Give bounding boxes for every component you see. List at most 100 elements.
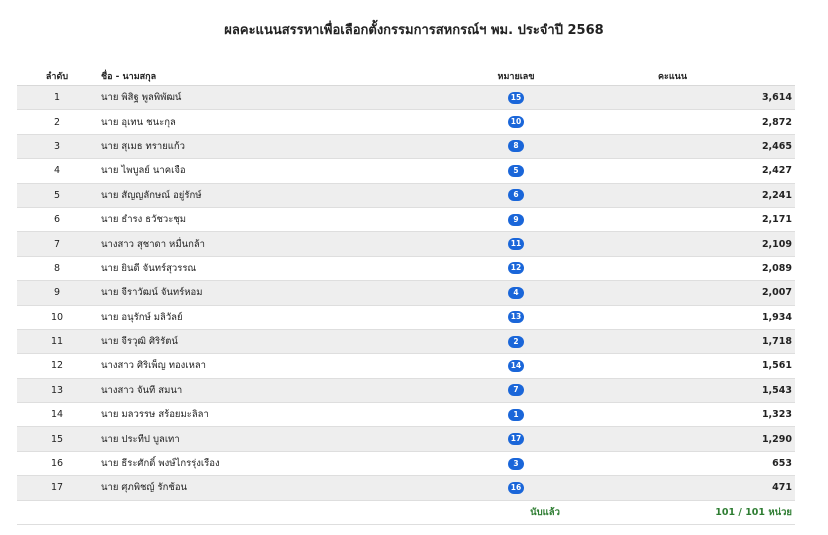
rank-cell: 11: [17, 329, 97, 355]
table-row: 6 นาย ธำรง ธวัชวะชุม 9 2,171: [17, 207, 795, 233]
table-row: 2 นาย อุเทน ชนะกุล 10 2,872: [17, 109, 795, 135]
candidate-name: นาย สัญญลักษณ์ อยู่รักษ์: [97, 183, 421, 208]
candidate-name: นาย อุเทน ชนะกุล: [97, 109, 421, 135]
candidate-name: นางสาว ศิริเพ็ญ ทองเหลา: [97, 353, 421, 379]
candidate-name: นางสาว สุชาดา หมื่นกล้า: [97, 231, 421, 257]
number-cell: 13: [421, 305, 611, 330]
table-row: 8 นาย ยินดี จันทร์สุวรรณ 12 2,089: [17, 256, 795, 282]
number-cell: 3: [421, 451, 611, 477]
score-cell: 471: [611, 475, 795, 501]
table-row: 16 นาย ธีระศักดิ์ พงษ์ไกรรุ่งเรือง 3 653: [17, 451, 795, 477]
number-cell: 9: [421, 207, 611, 233]
score-cell: 1,323: [611, 402, 795, 428]
score-cell: 2,171: [611, 207, 795, 233]
candidate-number-badge: 10: [507, 116, 525, 129]
candidate-name: นาย จีรวุฒิ ศิริรัตน์: [97, 329, 421, 355]
table-row: 11 นาย จีรวุฒิ ศิริรัตน์ 2 1,718: [17, 329, 795, 355]
table-row: 14 นาย มลวรรษ สร้อยมะลิลา 1 1,323: [17, 402, 795, 428]
candidate-number-badge: 11: [507, 238, 525, 251]
table-row: 3 นาย สุเมธ ทรายแก้ว 8 2,465: [17, 134, 795, 160]
score-cell: 1,290: [611, 426, 795, 452]
candidate-name: นาย ไพบูลย์ นาคเจือ: [97, 158, 421, 184]
rank-cell: 4: [17, 158, 97, 184]
candidate-number-badge: 1: [508, 408, 524, 421]
number-cell: 11: [421, 231, 611, 257]
number-cell: 4: [421, 280, 611, 306]
score-cell: 653: [611, 451, 795, 477]
rank-cell: 15: [17, 426, 97, 452]
results-table: ลำดับ ชื่อ - นามสกุล หมายเลข คะแนน 1 นาย …: [17, 66, 795, 526]
footer-row: นับแล้ว 101 / 101 หน่วย: [17, 500, 795, 526]
counted-units: 101 / 101 หน่วย: [715, 506, 792, 518]
number-cell: 8: [421, 134, 611, 160]
table-header-row: ลำดับ ชื่อ - นามสกุล หมายเลข คะแนน: [17, 66, 795, 86]
table-row: 5 นาย สัญญลักษณ์ อยู่รักษ์ 6 2,241: [17, 183, 795, 208]
candidate-name: นาย ธำรง ธวัชวะชุม: [97, 207, 421, 233]
rank-cell: 17: [17, 475, 97, 501]
candidate-number-badge: 9: [508, 213, 524, 226]
score-cell: 2,089: [611, 256, 795, 282]
table-row: 7 นางสาว สุชาดา หมื่นกล้า 11 2,109: [17, 231, 795, 257]
candidate-name: นาย สุเมธ ทรายแก้ว: [97, 134, 421, 160]
candidate-number-badge: 12: [507, 262, 525, 275]
candidate-number-badge: 3: [508, 457, 524, 470]
table-row: 4 นาย ไพบูลย์ นาคเจือ 5 2,427: [17, 158, 795, 184]
candidate-number-badge: 17: [507, 433, 525, 446]
score-cell: 1,561: [611, 353, 795, 379]
rank-cell: 8: [17, 256, 97, 282]
score-cell: 1,934: [611, 305, 795, 330]
candidate-number-badge: 14: [507, 359, 525, 372]
counted-label: นับแล้ว: [530, 506, 560, 518]
header-name: ชื่อ - นามสกุล: [97, 66, 421, 86]
rank-cell: 16: [17, 451, 97, 477]
candidate-number-badge: 4: [508, 286, 524, 299]
page-title: ผลคะแนนสรรหาเพื่อเลือกตั้งกรรมการสหกรณ์ฯ…: [224, 23, 604, 38]
results-body: 1 นาย พิสิฐ พูลพิพัฒน์ 15 3,614 2 นาย อุเทน ช…: [17, 85, 795, 501]
number-cell: 14: [421, 353, 611, 379]
number-cell: 16: [421, 475, 611, 501]
table-row: 15 นาย ประทีป บูลเทา 17 1,290: [17, 426, 795, 452]
header-rank: ลำดับ: [17, 66, 97, 86]
candidate-name: นาย พิสิฐ พูลพิพัฒน์: [97, 85, 421, 111]
header-score: คะแนน: [611, 66, 795, 86]
rank-cell: 10: [17, 305, 97, 330]
candidate-number-badge: 16: [507, 481, 525, 494]
number-cell: 12: [421, 256, 611, 282]
candidate-number-badge: 13: [507, 311, 525, 324]
rank-cell: 13: [17, 378, 97, 404]
number-cell: 1: [421, 402, 611, 428]
rank-cell: 2: [17, 109, 97, 135]
candidate-number-badge: 2: [508, 335, 524, 348]
rank-cell: 5: [17, 183, 97, 208]
candidate-name: นาย อนุรักษ์ มลิวัลย์: [97, 305, 421, 330]
table-row: 10 นาย อนุรักษ์ มลิวัลย์ 13 1,934: [17, 305, 795, 330]
score-cell: 2,007: [611, 280, 795, 306]
table-row: 13 นางสาว จันที สมนา 7 1,543: [17, 378, 795, 404]
table-row: 12 นางสาว ศิริเพ็ญ ทองเหลา 14 1,561: [17, 353, 795, 379]
candidate-name: นาย ยินดี จันทร์สุวรรณ: [97, 256, 421, 282]
score-cell: 2,465: [611, 134, 795, 160]
candidate-number-badge: 7: [508, 384, 524, 397]
candidate-name: นาย ประทีป บูลเทา: [97, 426, 421, 452]
number-cell: 15: [421, 85, 611, 111]
score-cell: 3,614: [611, 85, 795, 111]
number-cell: 2: [421, 329, 611, 355]
table-row: 17 นาย ศุภพิชญ์ รักช้อน 16 471: [17, 475, 795, 501]
score-cell: 2,109: [611, 231, 795, 257]
score-cell: 1,718: [611, 329, 795, 355]
number-cell: 7: [421, 378, 611, 404]
candidate-name: นาย ธีระศักดิ์ พงษ์ไกรรุ่งเรือง: [97, 451, 421, 477]
candidate-name: นางสาว จันที สมนา: [97, 378, 421, 404]
candidate-number-badge: 6: [508, 189, 524, 202]
table-row: 1 นาย พิสิฐ พูลพิพัฒน์ 15 3,614: [17, 85, 795, 111]
candidate-name: นาย มลวรรษ สร้อยมะลิลา: [97, 402, 421, 428]
rank-cell: 1: [17, 85, 97, 111]
number-cell: 10: [421, 109, 611, 135]
counted-total: นับแล้ว 101 / 101 หน่วย: [530, 500, 795, 526]
score-cell: 1,543: [611, 378, 795, 404]
rank-cell: 6: [17, 207, 97, 233]
number-cell: 17: [421, 426, 611, 452]
candidate-number-badge: 8: [508, 140, 524, 153]
rank-cell: 14: [17, 402, 97, 428]
rank-cell: 12: [17, 353, 97, 379]
